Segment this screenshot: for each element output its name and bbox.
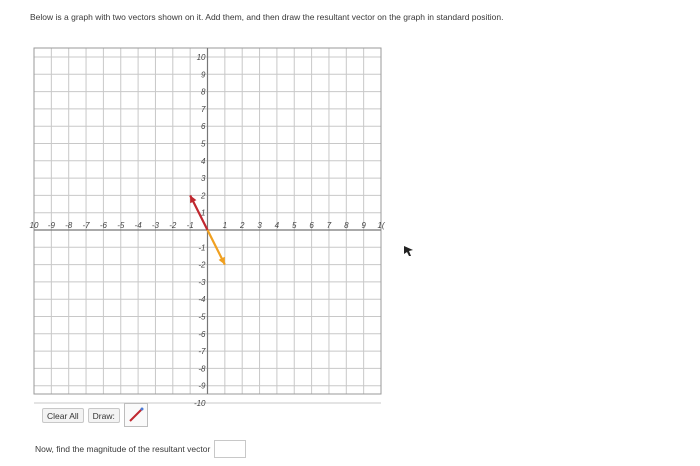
x-tick-label: 1 (223, 221, 227, 230)
y-tick-label: 10 (197, 53, 206, 62)
x-tick-label: -4 (135, 221, 143, 230)
y-tick-label: -9 (198, 382, 206, 391)
cursor-arrow-icon (404, 246, 413, 256)
x-tick-label: 8 (344, 221, 349, 230)
y-tick-label: -1 (198, 243, 205, 252)
magnitude-question: Now, find the magnitude of the resultant… (35, 440, 247, 458)
y-tick-label: -2 (198, 261, 206, 270)
x-tick-label: -8 (65, 221, 73, 230)
y-tick-label: -10 (194, 399, 206, 408)
y-tick-label: 9 (201, 70, 206, 79)
y-tick-label: -6 (198, 330, 206, 339)
x-tick-label: 10 (30, 221, 39, 230)
x-tick-label: -7 (82, 221, 90, 230)
y-tick-label: 7 (201, 105, 206, 114)
clear-all-button[interactable]: Clear All (42, 407, 84, 423)
mouse-cursor (404, 246, 413, 256)
y-tick-label: -3 (198, 278, 206, 287)
x-tick-label: 7 (327, 221, 332, 230)
y-tick-label: -8 (198, 364, 206, 373)
y-tick-label: 3 (201, 174, 206, 183)
x-tick-label: 3 (257, 221, 262, 230)
draw-label: Draw: (87, 407, 120, 423)
y-tick-label: 6 (201, 122, 206, 131)
pencil-line-icon (129, 407, 144, 422)
x-tick-label: -2 (169, 221, 177, 230)
x-tick-label: 5 (292, 221, 297, 230)
magnitude-label: Now, find the magnitude of the resultant… (35, 444, 211, 454)
graph-canvas[interactable]: 10 -9 -8 -7 -6 -5 -4 -3 -2 -1 1 2 3 4 5 6 7 8 9 1( 10 9 8 7 6 5 4… (0, 0, 700, 461)
y-tick-label: 8 (201, 88, 206, 97)
y-tick-label: 5 (201, 140, 206, 149)
x-tick-label: -5 (117, 221, 125, 230)
x-tick-label: -9 (48, 221, 56, 230)
x-tick-label: -6 (100, 221, 108, 230)
y-tick-label: 2 (200, 191, 206, 200)
y-tick-label: -4 (198, 295, 206, 304)
y-tick-label: -5 (198, 313, 206, 322)
y-tick-label: -7 (198, 347, 206, 356)
draw-toolbar: Clear All Draw: (42, 403, 148, 427)
x-tick-label: -3 (152, 221, 160, 230)
coordinate-graph[interactable]: 10 -9 -8 -7 -6 -5 -4 -3 -2 -1 1 2 3 4 5 6 7 8 9 1( 10 9 8 7 6 5 4… (0, 0, 700, 466)
x-tick-label: 4 (275, 221, 280, 230)
x-tick-label: 1( (377, 221, 385, 230)
magnitude-input[interactable] (214, 440, 247, 458)
line-tool-button[interactable] (123, 403, 148, 427)
x-tick-label: 2 (239, 221, 245, 230)
x-tick-label: 9 (361, 221, 366, 230)
y-tick-label: 4 (201, 157, 206, 166)
x-tick-label: -1 (187, 221, 194, 230)
x-tick-label: 6 (309, 221, 314, 230)
